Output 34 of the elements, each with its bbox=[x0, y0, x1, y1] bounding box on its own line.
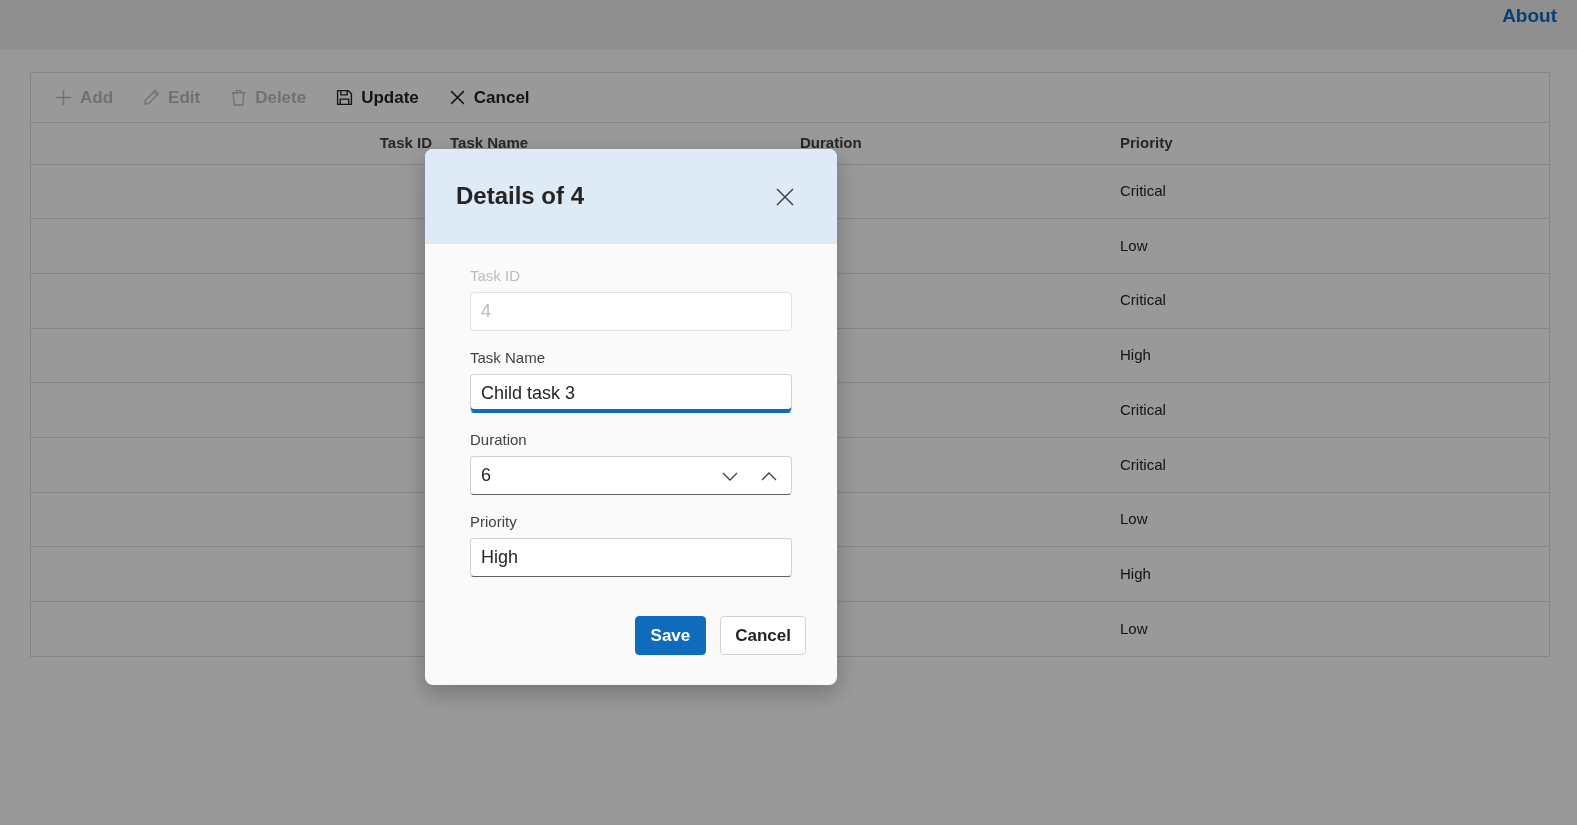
table-cell: Critical bbox=[1120, 400, 1166, 418]
about-link[interactable]: About bbox=[1502, 2, 1557, 31]
text-field[interactable]: Child task 3 bbox=[470, 374, 792, 413]
save-button[interactable]: Save bbox=[634, 616, 707, 655]
table-cell: High bbox=[1120, 346, 1151, 364]
chevron-down-icon bbox=[722, 472, 738, 481]
table-cell: Critical bbox=[1120, 291, 1166, 309]
text-field[interactable]: High bbox=[470, 538, 792, 577]
pencil-icon bbox=[143, 89, 161, 106]
column-header[interactable]: Duration bbox=[800, 134, 862, 151]
close-icon bbox=[448, 89, 466, 106]
field-label: Task Name bbox=[470, 348, 547, 368]
cancel-button[interactable]: Cancel bbox=[720, 616, 806, 655]
field-label: Priority bbox=[470, 512, 518, 532]
column-header[interactable]: Priority bbox=[1120, 134, 1173, 151]
plus-icon bbox=[55, 89, 72, 106]
dialog-title: Details of 4 bbox=[456, 182, 585, 211]
column-header[interactable]: Task Name bbox=[450, 134, 529, 151]
update-button[interactable]: Update bbox=[334, 84, 421, 111]
column-header[interactable]: Task ID bbox=[379, 134, 432, 151]
table-cell: Low bbox=[1120, 510, 1148, 528]
table-cell: High bbox=[1120, 564, 1151, 582]
table-cell: Low bbox=[1120, 236, 1148, 254]
close-button[interactable] bbox=[775, 186, 795, 207]
table-cell: Critical bbox=[1120, 455, 1166, 473]
cancel-button[interactable]: Cancel bbox=[446, 84, 532, 111]
field-label: Duration bbox=[470, 430, 528, 450]
table-cell: Critical bbox=[1120, 182, 1166, 200]
close-icon bbox=[775, 186, 795, 207]
field-label: Task ID bbox=[470, 266, 521, 286]
number-field[interactable]: 6 bbox=[470, 456, 792, 495]
chevron-up-icon bbox=[761, 472, 777, 481]
trash-icon bbox=[230, 89, 248, 106]
table-cell: Low bbox=[1120, 619, 1148, 637]
